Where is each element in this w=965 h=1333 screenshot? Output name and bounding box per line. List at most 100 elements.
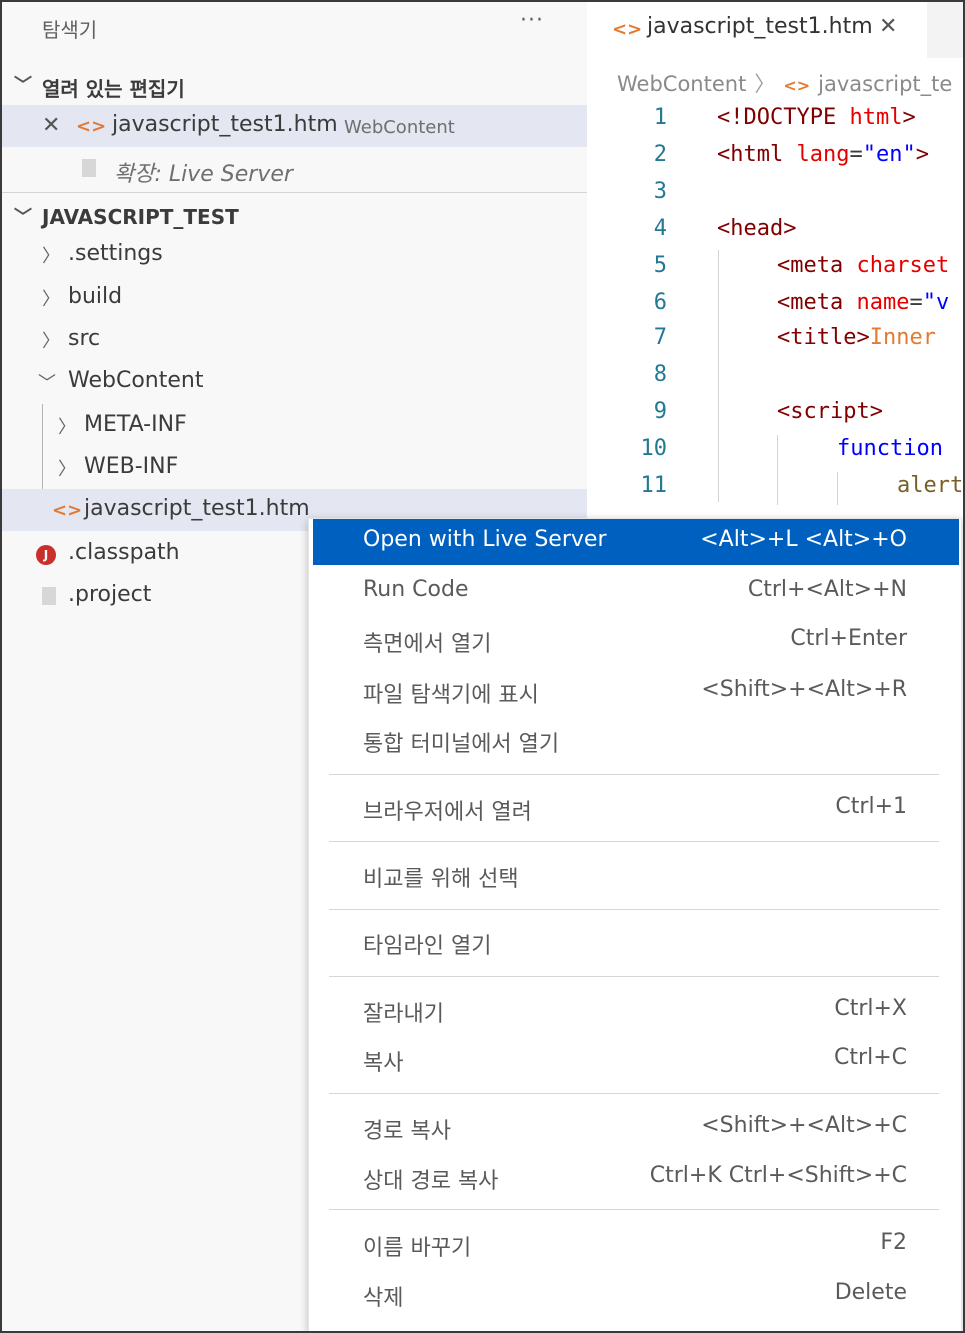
code-text: alert	[897, 473, 964, 498]
line-number: 11	[640, 473, 668, 498]
tree-item-build[interactable]: 〉 build	[2, 277, 587, 319]
tree-item-label: WebContent	[68, 368, 204, 393]
menu-item-shortcut: <Alt>+L <Alt>+O	[700, 527, 907, 552]
html-file-icon: <>	[76, 116, 107, 137]
tree-item-meta-inf[interactable]: 〉 META-INF	[2, 405, 587, 447]
html-file-icon: <>	[783, 76, 811, 95]
breadcrumb: WebContent 〉 <> javascript_te	[617, 68, 952, 98]
menu-item-cut[interactable]: 잘라내기 Ctrl+X	[313, 988, 959, 1034]
breadcrumb-item[interactable]: javascript_te	[818, 72, 952, 96]
chevron-right-icon: 〉	[58, 459, 76, 480]
menu-item-shortcut: Ctrl+K Ctrl+<Shift>+C	[649, 1163, 907, 1188]
menu-item-label: 경로 복사	[363, 1119, 451, 1144]
tree-item-label: javascript_test1.htm	[84, 496, 310, 521]
close-icon[interactable]: ✕	[879, 14, 897, 39]
section-divider	[2, 192, 587, 193]
menu-item-shortcut: F2	[880, 1230, 907, 1255]
menu-item-label: Open with Live Server	[363, 527, 607, 552]
menu-item-label: 타임라인 열기	[363, 934, 492, 959]
line-number: 2	[653, 142, 667, 167]
menu-item-label: 상대 경로 복사	[363, 1169, 499, 1194]
code-text: <!DOCTYPE html>	[717, 105, 916, 130]
menu-item-label: 잘라내기	[363, 1002, 444, 1027]
open-editor-item[interactable]: ✕ <> javascript_test1.htm WebContent	[2, 105, 587, 147]
chevron-right-icon: 〉	[42, 331, 60, 352]
code-text: <script>	[777, 399, 883, 424]
chevron-right-icon: 〉	[42, 289, 60, 310]
menu-item-shortcut: Ctrl+<Alt>+N	[747, 577, 907, 602]
menu-item-open-in-terminal[interactable]: 통합 터미널에서 열기	[313, 718, 959, 764]
menu-item-delete[interactable]: 삭제 Delete	[313, 1272, 959, 1318]
menu-item-label: 통합 터미널에서 열기	[363, 732, 560, 757]
breadcrumb-item[interactable]: WebContent	[617, 72, 746, 96]
tree-item-src[interactable]: 〉 src	[2, 319, 587, 361]
code-text: <title>Inner	[777, 325, 936, 350]
editor-area: <> javascript_test1.htm ✕ WebContent 〉 <> j…	[587, 2, 964, 522]
open-editor-extension-item[interactable]: 확장: Live Server	[2, 149, 587, 189]
menu-item-select-for-compare[interactable]: 비교를 위해 선택	[313, 853, 959, 899]
chevron-right-icon: 〉	[754, 72, 776, 96]
editor-tab[interactable]: <> javascript_test1.htm ✕	[587, 2, 927, 58]
extension-label: 확장: Live Server	[114, 162, 293, 187]
project-section[interactable]: ﹀ JAVASCRIPT_TEST	[2, 198, 587, 236]
code-line: 2 <html lang="en">	[587, 142, 963, 179]
close-icon[interactable]: ✕	[42, 113, 60, 138]
menu-item-label: 이름 바꾸기	[363, 1236, 472, 1261]
menu-item-open-in-browser[interactable]: 브라우저에서 열려 Ctrl+1	[313, 786, 959, 832]
menu-item-rename[interactable]: 이름 바꾸기 F2	[313, 1222, 959, 1268]
chevron-down-icon: ﹀	[14, 75, 32, 96]
chevron-right-icon: 〉	[58, 417, 76, 438]
explorer-title: 탐색기	[42, 18, 98, 42]
menu-item-label: 브라우저에서 열려	[363, 800, 532, 825]
menu-item-shortcut: Ctrl+X	[834, 996, 907, 1021]
menu-separator	[329, 841, 939, 842]
menu-item-shortcut: Ctrl+1	[835, 794, 907, 819]
tree-item-label: .settings	[68, 241, 163, 266]
menu-item-label: 비교를 위해 선택	[363, 867, 519, 892]
tree-item-label: META-INF	[84, 412, 187, 437]
menu-item-open-with-live-server[interactable]: Open with Live Server <Alt>+L <Alt>+O	[313, 519, 959, 565]
menu-item-copy-path[interactable]: 경로 복사 <Shift>+<Alt>+C	[313, 1105, 959, 1151]
menu-separator	[329, 774, 939, 775]
code-line: 10 function	[587, 436, 963, 473]
menu-item-open-timeline[interactable]: 타임라인 열기	[313, 920, 959, 966]
open-editor-file-path: WebContent	[344, 117, 455, 138]
menu-separator	[329, 1209, 939, 1210]
more-actions-icon[interactable]: ···	[520, 8, 544, 33]
tree-item-settings[interactable]: 〉 .settings	[2, 234, 587, 276]
tab-strip	[927, 2, 963, 58]
menu-item-shortcut: Delete	[834, 1280, 907, 1305]
menu-item-shortcut: <Shift>+<Alt>+R	[701, 677, 907, 702]
code-line: 1 <!DOCTYPE html>	[587, 105, 963, 142]
line-number: 6	[653, 290, 667, 315]
menu-item-open-to-side[interactable]: 측면에서 열기 Ctrl+Enter	[313, 618, 959, 664]
line-number: 7	[653, 325, 667, 350]
tree-item-web-inf[interactable]: 〉 WEB-INF	[2, 447, 587, 489]
menu-item-copy[interactable]: 복사 Ctrl+C	[313, 1037, 959, 1083]
menu-item-label: 복사	[363, 1051, 404, 1076]
tree-item-webcontent[interactable]: ﹀ WebContent	[2, 361, 587, 403]
code-line: 4 <head>	[587, 216, 963, 253]
menu-item-reveal-in-file-explorer[interactable]: 파일 탐색기에 표시 <Shift>+<Alt>+R	[313, 669, 959, 715]
chevron-down-icon: ﹀	[38, 373, 56, 394]
java-icon: J	[36, 545, 56, 565]
code-line: 11 alert	[587, 473, 964, 510]
line-number: 9	[653, 399, 667, 424]
code-line: 5 <meta charset	[587, 253, 963, 290]
menu-separator	[329, 976, 939, 977]
menu-item-shortcut: <Shift>+<Alt>+C	[701, 1113, 907, 1138]
code-line: 7 <title>Inner	[587, 325, 963, 362]
code-text: function	[837, 436, 943, 461]
explorer-header: 탐색기 ···	[2, 2, 587, 58]
line-number: 3	[653, 179, 667, 204]
code-text: <head>	[717, 216, 797, 241]
menu-item-copy-relative-path[interactable]: 상대 경로 복사 Ctrl+K Ctrl+<Shift>+C	[313, 1155, 959, 1201]
line-number: 8	[653, 362, 667, 387]
document-icon	[82, 159, 96, 177]
menu-item-run-code[interactable]: Run Code Ctrl+<Alt>+N	[313, 569, 959, 615]
open-editors-section[interactable]: ﹀ 열려 있는 편집기	[2, 66, 587, 104]
chevron-right-icon: 〉	[42, 246, 60, 267]
context-menu: Open with Live Server <Alt>+L <Alt>+O Ru…	[308, 518, 962, 1331]
menu-item-shortcut: Ctrl+C	[834, 1045, 907, 1070]
code-text: <html lang="en">	[717, 142, 929, 167]
